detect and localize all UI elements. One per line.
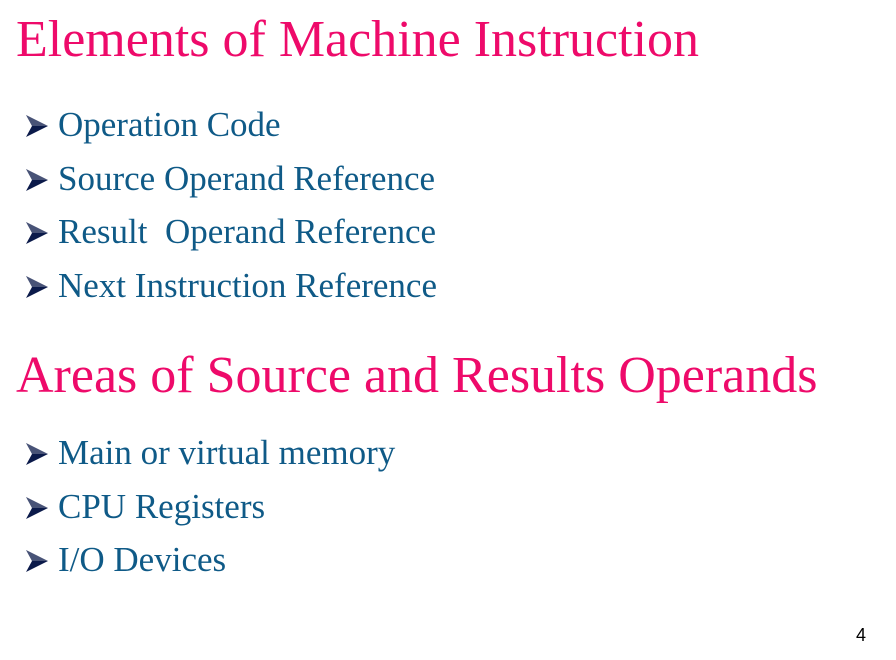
list-item: Result Operand Reference <box>24 210 437 264</box>
arrow-bullet-icon <box>24 210 58 254</box>
section-heading-elements: Elements of Machine Instruction <box>16 11 700 68</box>
list-item-text: Main or virtual memory <box>58 433 396 472</box>
bullet-list-areas: Main or virtual memory CPU Registers I/O… <box>24 431 395 592</box>
list-item: Next Instruction Reference <box>24 264 437 318</box>
arrow-bullet-icon <box>24 431 58 475</box>
list-item: CPU Registers <box>24 485 395 539</box>
slide: Elements of Machine Instruction Operatio… <box>0 0 896 660</box>
list-item: I/O Devices <box>24 538 395 592</box>
arrow-bullet-icon <box>24 157 58 201</box>
list-item-text: Next Instruction Reference <box>58 265 438 305</box>
page-number: 4 <box>855 625 866 645</box>
arrow-bullet-icon <box>24 103 58 147</box>
arrow-bullet-icon <box>24 264 58 308</box>
list-item-text: CPU Registers <box>58 486 266 526</box>
list-item: Source Operand Reference <box>24 157 437 211</box>
bullet-list-elements: Operation Code Source Operand Reference … <box>24 103 437 317</box>
section-heading-areas: Areas of Source and Results Operands <box>16 347 818 404</box>
list-item: Operation Code <box>24 103 437 157</box>
arrow-bullet-icon <box>24 485 58 529</box>
arrow-bullet-icon <box>24 538 58 582</box>
list-item: Main or virtual memory <box>24 431 395 485</box>
list-item-text: Operation Code <box>58 105 281 144</box>
list-item-text: I/O Devices <box>58 540 227 579</box>
list-item-text: Result Operand Reference <box>58 212 437 251</box>
list-item-text: Source Operand Reference <box>58 158 436 198</box>
